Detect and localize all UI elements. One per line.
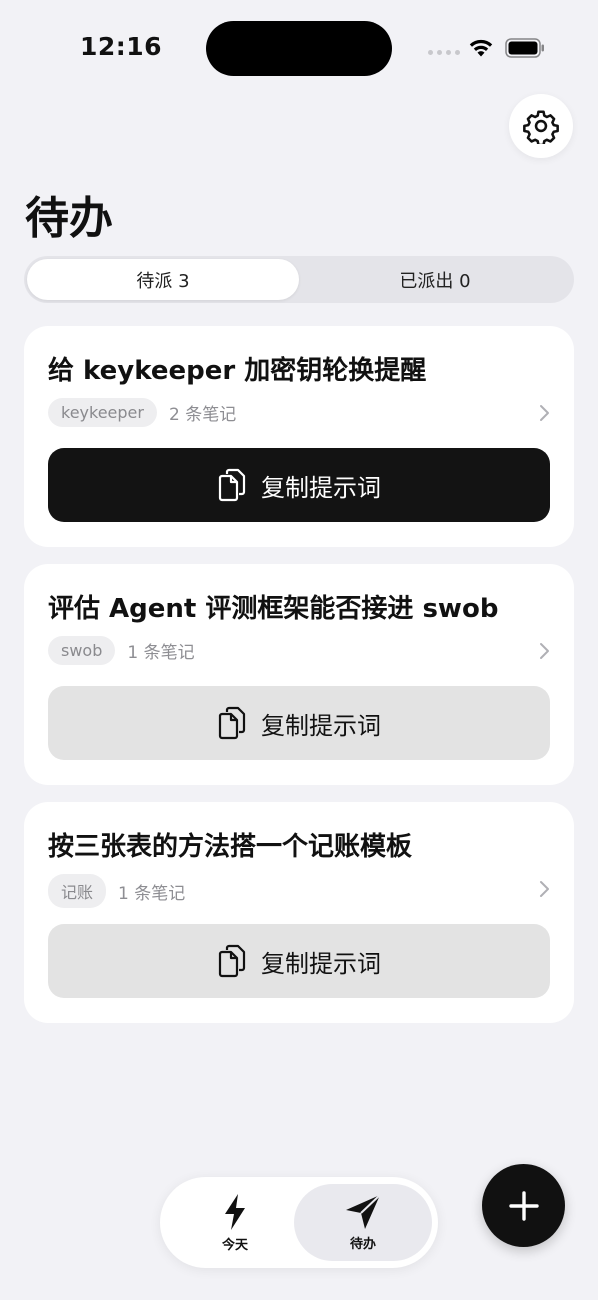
add-task-button[interactable] — [482, 1164, 565, 1247]
plus-icon — [508, 1190, 539, 1221]
task-meta: keykeeper 2 条笔记 — [48, 398, 236, 427]
task-tag: 记账 — [48, 874, 107, 908]
copy-prompt-button[interactable]: 复制提示词 — [48, 924, 550, 998]
task-notes-count: 1 条笔记 — [118, 883, 186, 904]
copy-prompt-label: 复制提示词 — [261, 711, 381, 740]
task-tag: swob — [48, 636, 116, 665]
segment-pending[interactable]: 待派 3 — [27, 259, 299, 300]
task-tag: keykeeper — [48, 398, 157, 427]
copy-icon — [218, 706, 246, 740]
cellular-signal-icon — [428, 50, 460, 55]
dynamic-island — [206, 21, 392, 76]
status-bar: 12:16 — [0, 0, 598, 96]
page-title: 待办 — [25, 193, 113, 244]
copy-icon — [218, 468, 246, 502]
copy-prompt-button[interactable]: 复制提示词 — [48, 448, 550, 522]
task-card[interactable]: 按三张表的方法搭一个记账模板 记账 1 条笔记 复制提示词 — [24, 802, 574, 1023]
task-notes-count: 2 条笔记 — [168, 405, 237, 425]
status-time: 12:16 — [80, 32, 163, 61]
copy-prompt-button[interactable]: 复制提示词 — [48, 686, 550, 760]
task-meta: swob 1 条笔记 — [48, 636, 195, 665]
copy-icon — [218, 944, 246, 978]
paper-plane-icon — [346, 1193, 381, 1229]
chevron-right-icon — [540, 881, 549, 897]
task-card[interactable]: 评估 Agent 评测框架能否接进 swob swob 1 条笔记 复制提示词 — [24, 564, 574, 785]
copy-prompt-label: 复制提示词 — [261, 949, 381, 978]
tab-today[interactable]: 今天 — [166, 1184, 304, 1261]
tab-today-label: 今天 — [221, 1237, 248, 1253]
task-title: 给 keykeeper 加密钥轮换提醒 — [48, 356, 427, 386]
chevron-right-icon — [540, 405, 549, 421]
segment-dispatched[interactable]: 已派出 0 — [299, 259, 571, 300]
task-title: 评估 Agent 评测框架能否接进 swob — [48, 594, 499, 624]
copy-prompt-label: 复制提示词 — [261, 473, 381, 502]
settings-button[interactable] — [509, 94, 573, 158]
task-meta: 记账 1 条笔记 — [48, 874, 185, 908]
tab-bar: 今天 待办 — [160, 1177, 438, 1268]
battery-icon — [505, 38, 544, 58]
task-title: 按三张表的方法搭一个记账模板 — [48, 832, 413, 862]
chevron-right-icon — [540, 643, 549, 659]
bolt-icon — [225, 1193, 245, 1230]
task-card[interactable]: 给 keykeeper 加密钥轮换提醒 keykeeper 2 条笔记 复制提示… — [24, 326, 574, 547]
tab-todo[interactable]: 待办 — [294, 1184, 432, 1261]
task-notes-count: 1 条笔记 — [127, 643, 195, 663]
gear-icon — [523, 110, 559, 144]
tab-todo-label: 待办 — [349, 1236, 376, 1252]
segmented-control: 待派 3 已派出 0 — [24, 256, 574, 303]
wifi-icon — [469, 39, 493, 57]
